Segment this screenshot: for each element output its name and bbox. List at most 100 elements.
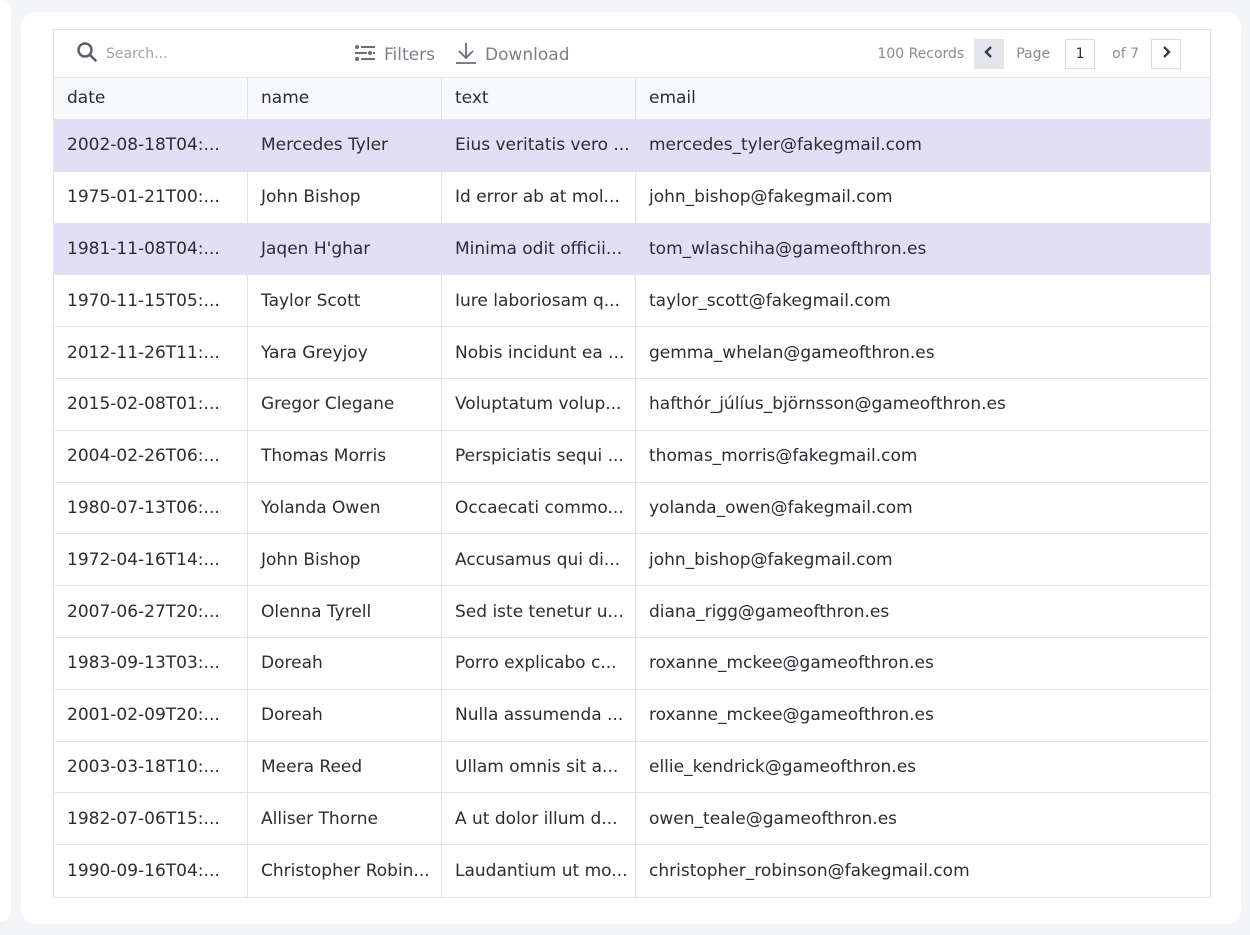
column-header-name[interactable]: name: [248, 78, 442, 119]
cell-text[interactable]: Voluptatum volup...: [442, 378, 636, 430]
cell-date[interactable]: 2012-11-26T11:...: [54, 327, 248, 378]
search-icon: [76, 41, 98, 67]
cell-email[interactable]: diana_rigg@gameofthron.es: [636, 586, 1210, 637]
column-header-text[interactable]: text: [442, 78, 636, 119]
cell-text[interactable]: Sed iste tenetur u...: [442, 586, 636, 637]
cell-date[interactable]: 2004-02-26T06:...: [54, 430, 248, 482]
search-input[interactable]: [106, 46, 286, 62]
cell-name[interactable]: John Bishop: [248, 534, 442, 586]
cell-name[interactable]: Jaqen H'ghar: [248, 223, 442, 275]
cell-text[interactable]: Laudantium ut mo...: [442, 845, 636, 897]
table-row[interactable]: 1975-01-21T00:... John Bishop Id error ab …: [54, 171, 1210, 224]
cell-date[interactable]: 2007-06-27T20:...: [54, 586, 248, 637]
grid-toolbar: Filters Download 100 Records Page of 7: [54, 30, 1210, 78]
cell-name[interactable]: John Bishop: [248, 171, 442, 223]
cell-name[interactable]: Doreah: [248, 637, 442, 689]
cell-name[interactable]: Doreah: [248, 689, 442, 741]
cell-date[interactable]: 1982-07-06T15:...: [54, 793, 248, 845]
table-row[interactable]: 1970-11-15T05:... Taylor Scott Iure labori…: [54, 275, 1210, 328]
cell-email[interactable]: christopher_robinson@fakegmail.com: [636, 845, 1210, 897]
records-count: 100 Records: [877, 46, 965, 62]
column-header-date[interactable]: date: [54, 78, 248, 119]
table-row[interactable]: 1981-11-08T04:... Jaqen H'ghar Minima odit…: [54, 223, 1210, 276]
table-header: date name text email: [54, 78, 1210, 120]
cell-text[interactable]: Porro explicabo c...: [442, 637, 636, 689]
cell-name[interactable]: Mercedes Tyler: [248, 120, 442, 171]
filters-label: Filters: [384, 45, 435, 65]
chevron-right-icon: [1160, 45, 1172, 63]
cell-date[interactable]: 1990-09-16T04:...: [54, 845, 248, 897]
filters-button[interactable]: Filters: [354, 42, 435, 68]
cell-text[interactable]: Eius veritatis vero ...: [442, 120, 636, 171]
table-row[interactable]: 1983-09-13T03:... Doreah Porro explicabo c…: [54, 637, 1210, 690]
table-row[interactable]: 2002-08-18T04:... Mercedes Tyler Eius veri…: [54, 120, 1210, 172]
cell-name[interactable]: Meera Reed: [248, 741, 442, 793]
left-panel-edge: [0, 0, 11, 921]
cell-email[interactable]: ellie_kendrick@gameofthron.es: [636, 742, 1210, 793]
cell-text[interactable]: Occaecati commo...: [442, 482, 636, 534]
cell-text[interactable]: Accusamus qui di...: [442, 534, 636, 586]
cell-text[interactable]: Minima odit officii...: [442, 223, 636, 275]
cell-text[interactable]: Perspiciatis sequi ...: [442, 430, 636, 482]
page-number-input[interactable]: [1065, 39, 1096, 69]
cell-date[interactable]: 1981-11-08T04:...: [54, 223, 248, 275]
cell-date[interactable]: 2002-08-18T04:...: [54, 120, 248, 171]
data-grid: Filters Download 100 Records Page of 7: [53, 29, 1211, 898]
table-row[interactable]: 1982-07-06T15:... Alliser Thorne A ut dolo…: [54, 793, 1210, 846]
cell-date[interactable]: 1983-09-13T03:...: [54, 637, 248, 689]
column-header-email[interactable]: email: [636, 78, 1210, 119]
download-button[interactable]: Download: [455, 42, 570, 68]
cell-text[interactable]: A ut dolor illum d...: [442, 793, 636, 845]
table-row[interactable]: 2007-06-27T20:... Olenna Tyrell Sed iste t…: [54, 586, 1210, 638]
cell-name[interactable]: Yolanda Owen: [248, 482, 442, 534]
cell-email[interactable]: hafthór_júlíus_björnsson@gameofthron.es: [636, 379, 1210, 430]
download-label: Download: [485, 45, 570, 65]
cell-date[interactable]: 2001-02-09T20:...: [54, 689, 248, 741]
cell-email[interactable]: roxanne_mckee@gameofthron.es: [636, 638, 1210, 689]
cell-date[interactable]: 1970-11-15T05:...: [54, 275, 248, 327]
page-total: of 7: [1112, 46, 1139, 62]
cell-date[interactable]: 1972-04-16T14:...: [54, 534, 248, 586]
cell-email[interactable]: john_bishop@fakegmail.com: [636, 534, 1210, 585]
cell-date[interactable]: 2015-02-08T01:...: [54, 378, 248, 430]
table-row[interactable]: 1980-07-13T06:... Yolanda Owen Occaecati c…: [54, 482, 1210, 535]
cell-email[interactable]: thomas_morris@fakegmail.com: [636, 431, 1210, 482]
cell-name[interactable]: Alliser Thorne: [248, 793, 442, 845]
cell-email[interactable]: gemma_whelan@gameofthron.es: [636, 327, 1210, 378]
cell-email[interactable]: taylor_scott@fakegmail.com: [636, 275, 1210, 326]
cell-text[interactable]: Nulla assumenda ...: [442, 689, 636, 741]
cell-email[interactable]: yolanda_owen@fakegmail.com: [636, 483, 1210, 534]
cell-email[interactable]: roxanne_mckee@gameofthron.es: [636, 690, 1210, 741]
cell-name[interactable]: Olenna Tyrell: [248, 586, 442, 637]
cell-text[interactable]: Iure laboriosam q...: [442, 275, 636, 327]
previous-page-button[interactable]: [974, 39, 1005, 69]
table-body: 2002-08-18T04:... Mercedes Tyler Eius veri…: [54, 120, 1210, 897]
next-page-button[interactable]: [1151, 39, 1181, 69]
cell-text[interactable]: Id error ab at mol...: [442, 171, 636, 223]
cell-date[interactable]: 2003-03-18T10:...: [54, 741, 248, 793]
table-row[interactable]: 2012-11-26T11:... Yara Greyjoy Nobis incid…: [54, 327, 1210, 379]
cell-email[interactable]: mercedes_tyler@fakegmail.com: [636, 120, 1210, 171]
cell-name[interactable]: Christopher Robin...: [248, 845, 442, 897]
cell-text[interactable]: Ullam omnis sit a...: [442, 741, 636, 793]
cell-email[interactable]: tom_wlaschiha@gameofthron.es: [636, 224, 1210, 275]
cell-text[interactable]: Nobis incidunt ea ...: [442, 327, 636, 378]
table-row[interactable]: 1990-09-16T04:... Christopher Robin... Lau…: [54, 845, 1210, 897]
page-label: Page: [1016, 46, 1051, 62]
table-row[interactable]: 2004-02-26T06:... Thomas Morris Perspiciat…: [54, 430, 1210, 483]
cell-name[interactable]: Yara Greyjoy: [248, 327, 442, 378]
cell-email[interactable]: owen_teale@gameofthron.es: [636, 793, 1210, 844]
pagination: 100 Records Page of 7: [877, 39, 1181, 69]
cell-name[interactable]: Gregor Clegane: [248, 378, 442, 430]
table-row[interactable]: 2003-03-18T10:... Meera Reed Ullam omnis s…: [54, 741, 1210, 794]
table-row[interactable]: 1972-04-16T14:... John Bishop Accusamus qu…: [54, 534, 1210, 587]
table-row[interactable]: 2015-02-08T01:... Gregor Clegane Voluptatu…: [54, 378, 1210, 431]
chevron-left-icon: [983, 45, 995, 63]
search-box[interactable]: [76, 41, 296, 67]
table-row[interactable]: 2001-02-09T20:... Doreah Nulla assumenda .…: [54, 689, 1210, 742]
cell-email[interactable]: john_bishop@fakegmail.com: [636, 172, 1210, 223]
cell-name[interactable]: Thomas Morris: [248, 430, 442, 482]
cell-date[interactable]: 1980-07-13T06:...: [54, 482, 248, 534]
cell-name[interactable]: Taylor Scott: [248, 275, 442, 327]
cell-date[interactable]: 1975-01-21T00:...: [54, 171, 248, 223]
